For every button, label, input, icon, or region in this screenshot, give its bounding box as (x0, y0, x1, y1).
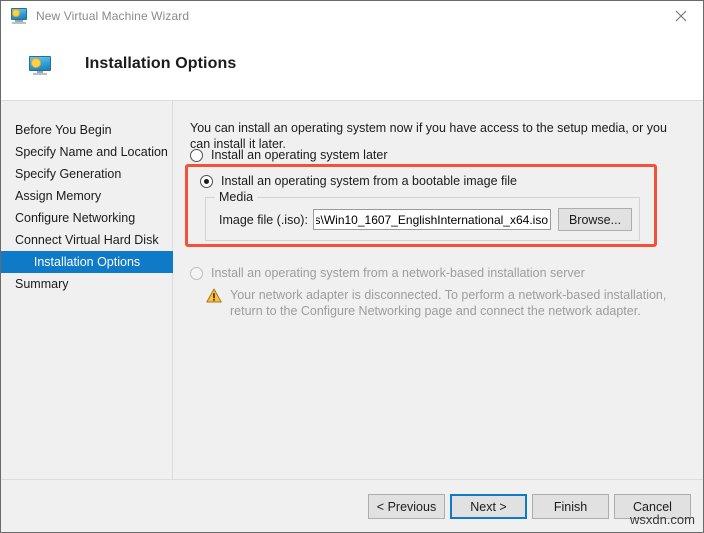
wizard-footer: < Previous Next > Finish Cancel wsxdn.co… (1, 479, 703, 532)
radio-label: Install an operating system from a netwo… (211, 266, 585, 280)
sidebar-item-assign-memory[interactable]: Assign Memory (1, 185, 172, 207)
close-icon[interactable] (658, 1, 703, 31)
title-bar: New Virtual Machine Wizard (1, 1, 703, 31)
sidebar-item-installation-options[interactable]: Installation Options (1, 251, 173, 273)
image-file-input[interactable] (313, 209, 551, 230)
page-title: Installation Options (85, 55, 236, 73)
watermark: wsxdn.com (630, 512, 695, 527)
radio-label: Install an operating system from a boota… (221, 174, 517, 188)
media-groupbox-legend: Media (215, 190, 257, 204)
sidebar-item-before-you-begin[interactable]: Before You Begin (1, 119, 172, 141)
radio-label: Install an operating system later (211, 148, 387, 162)
window-title: New Virtual Machine Wizard (36, 9, 189, 23)
page-header: Installation Options (1, 31, 703, 101)
network-warning-text: Your network adapter is disconnected. To… (230, 287, 686, 319)
sidebar-item-connect-virtual-hard-disk[interactable]: Connect Virtual Hard Disk (1, 229, 172, 251)
new-virtual-machine-wizard-window: New Virtual Machine Wizard Installation … (0, 0, 704, 533)
warning-triangle-icon (206, 288, 222, 303)
sidebar-item-specify-generation[interactable]: Specify Generation (1, 163, 172, 185)
wizard-steps-sidebar: Before You Begin Specify Name and Locati… (1, 101, 173, 479)
image-file-label: Image file (.iso): (219, 213, 308, 227)
browse-button[interactable]: Browse... (558, 208, 632, 231)
sidebar-item-specify-name-and-location[interactable]: Specify Name and Location (1, 141, 172, 163)
radio-indicator-disabled (190, 267, 203, 280)
radio-indicator (190, 149, 203, 162)
previous-button[interactable]: < Previous (368, 494, 445, 519)
radio-install-from-network-server[interactable]: Install an operating system from a netwo… (190, 266, 585, 280)
wizard-content-pane: You can install an operating system now … (174, 101, 703, 479)
network-warning: Your network adapter is disconnected. To… (206, 287, 686, 319)
next-button[interactable]: Next > (450, 494, 527, 519)
sidebar-item-configure-networking[interactable]: Configure Networking (1, 207, 172, 229)
virtual-machine-monitor-icon (10, 8, 28, 24)
sidebar-item-summary[interactable]: Summary (1, 273, 172, 295)
radio-indicator-selected (200, 175, 213, 188)
finish-button[interactable]: Finish (532, 494, 609, 519)
radio-install-os-later[interactable]: Install an operating system later (190, 148, 387, 162)
radio-install-from-bootable-image[interactable]: Install an operating system from a boota… (200, 174, 517, 188)
virtual-machine-monitor-icon (29, 56, 51, 76)
wizard-body: Before You Begin Specify Name and Locati… (1, 101, 703, 479)
